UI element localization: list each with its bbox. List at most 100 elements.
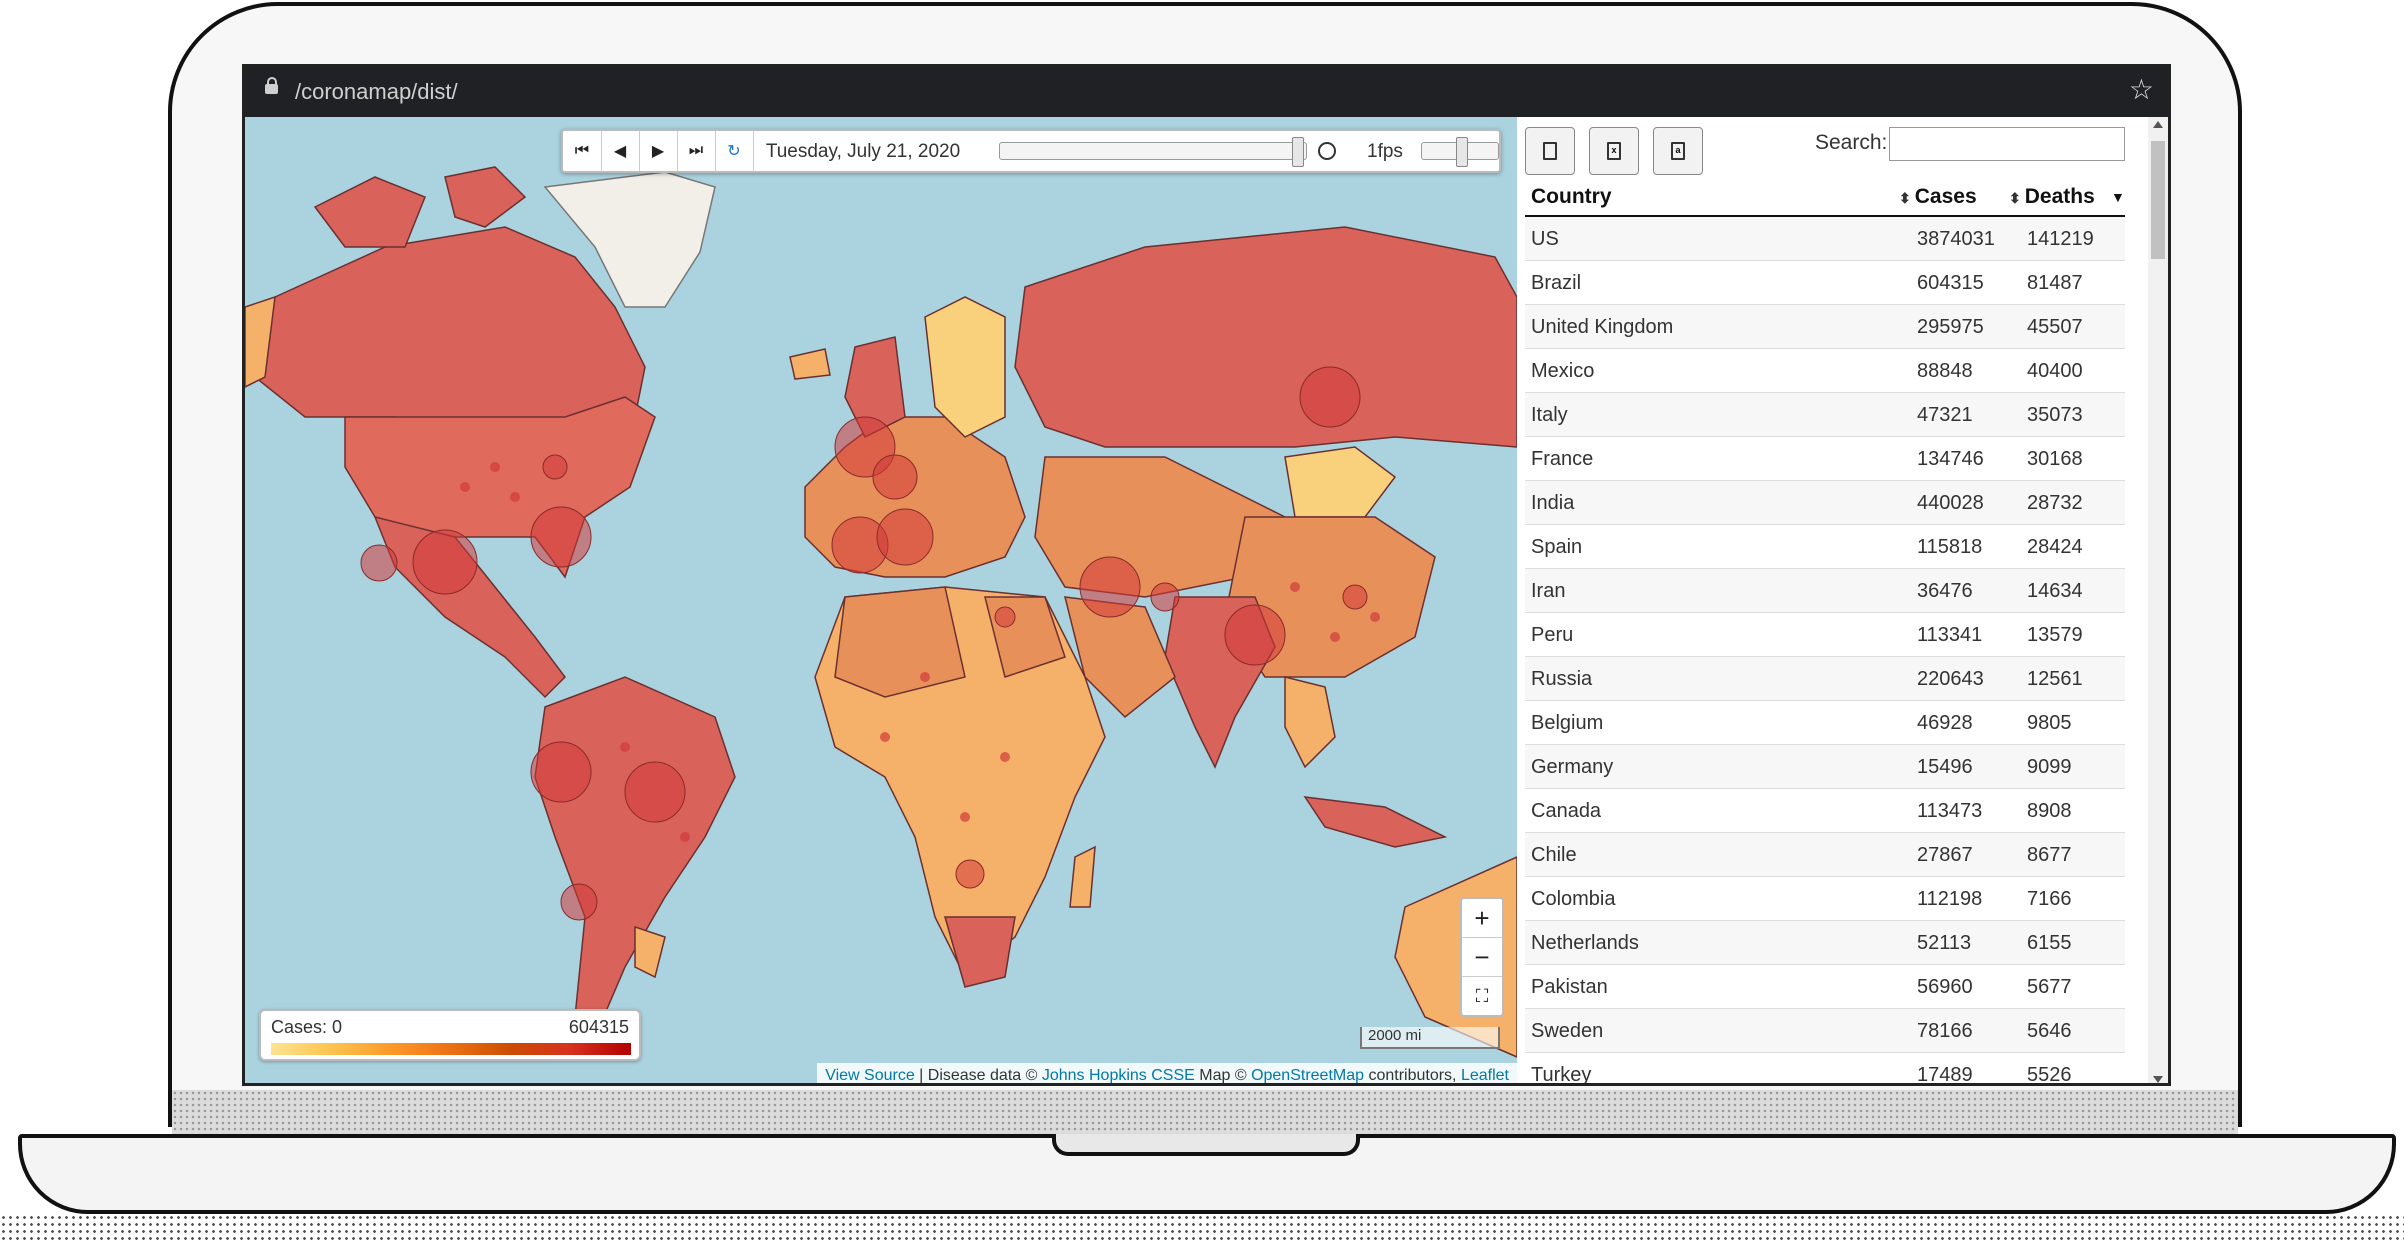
cell-country: Pakistan [1531,976,1608,998]
map-view[interactable]: ⏮ ◀ ▶ ⏭ ↻ Tuesday, July 21, 2020 1fps + … [245,117,1517,1086]
table-row[interactable]: Brazil 604315 81487 [1525,261,2125,305]
cell-country: Iran [1531,580,1566,602]
cell-country: Russia [1531,668,1593,690]
osm-link[interactable]: OpenStreetMap [1251,1067,1364,1083]
table-row[interactable]: Belgium 46928 9805 [1525,701,2125,745]
table-row[interactable]: Sweden 78166 5646 [1525,1009,2125,1053]
col-deaths-label: Deaths [2024,185,2095,208]
floor-shadow [0,1214,2404,1244]
jhu-link[interactable]: Johns Hopkins CSSE [1042,1067,1195,1083]
zoom-in-button[interactable]: + [1462,899,1502,938]
legend-max: 604315 [568,1017,629,1037]
speed-slider[interactable] [1421,137,1499,167]
cases-legend: Cases: 0 604315 [259,1009,641,1061]
export-excel-button[interactable]: x [1589,127,1639,175]
cell-cases: 78166 [1917,1020,1973,1042]
cell-deaths: 5646 [2027,1020,2072,1042]
cell-deaths: 12561 [2027,668,2083,690]
skip-forward-icon[interactable]: ⏭ [677,131,716,171]
attrib-text-2: Map © [1194,1067,1252,1084]
table-row[interactable]: Italy 47321 35073 [1525,393,2125,437]
skip-back-icon[interactable]: ⏮ [563,131,602,171]
view-source-link[interactable]: View Source [825,1067,915,1083]
table-header: Country ⬍ Cases ⬍ Deaths ▼ [1525,177,2125,217]
address-bar[interactable]: /coronamap/dist/ ☆ [245,67,2168,117]
cell-cases: 36476 [1917,580,1973,602]
cell-country: Netherlands [1531,932,1639,954]
lock-icon [265,77,278,94]
table-row[interactable]: Russia 220643 12561 [1525,657,2125,701]
legend-min: Cases: 0 [271,1017,343,1037]
col-cases[interactable]: ⬍ Cases [1899,185,1977,209]
cell-cases: 295975 [1917,316,1984,338]
cell-country: Canada [1531,800,1602,822]
scroll-down-icon[interactable] [2153,1076,2163,1083]
cell-cases: 47321 [1917,404,1973,426]
play-icon[interactable]: ▶ [639,131,678,171]
cell-deaths: 13579 [2027,624,2083,646]
table-row[interactable]: Peru 113341 13579 [1525,613,2125,657]
scrollbar-thumb[interactable] [2151,141,2165,259]
fullscreen-icon[interactable]: ⛶ [1462,977,1502,1015]
table-row[interactable]: Canada 113473 8908 [1525,789,2125,833]
table-row[interactable]: France 134746 30168 [1525,437,2125,481]
table-scrollbar[interactable] [2148,117,2168,1083]
excel-file-icon: x [1607,142,1621,160]
cell-deaths: 28424 [2027,536,2083,558]
cell-country: Sweden [1531,1020,1604,1042]
scroll-up-icon[interactable] [2153,121,2163,128]
col-country[interactable]: Country [1531,185,1612,209]
table-body: US 3874031 141219 Brazil 604315 81487 United K… [1525,217,2125,1086]
world-map[interactable] [245,117,1517,1086]
table-row[interactable]: Turkey 17489 5526 [1525,1053,2125,1086]
table-row[interactable]: Mexico 88848 40400 [1525,349,2125,393]
table-row[interactable]: Chile 27867 8677 [1525,833,2125,877]
step-back-icon[interactable]: ◀ [601,131,640,171]
cell-cases: 17489 [1917,1064,1973,1086]
cell-cases: 134746 [1917,448,1984,470]
time-dimension-control: ⏮ ◀ ▶ ⏭ ↻ Tuesday, July 21, 2020 1fps [561,129,1501,173]
url-text[interactable]: /coronamap/dist/ [295,79,458,105]
time-slider[interactable] [999,137,1307,167]
table-row[interactable]: Pakistan 56960 5677 [1525,965,2125,1009]
table-row[interactable]: India 440028 28732 [1525,481,2125,525]
cell-country: Peru [1531,624,1574,646]
cell-country: United Kingdom [1531,316,1674,338]
cell-cases: 52113 [1917,932,1972,954]
table-row[interactable]: United Kingdom 295975 45507 [1525,305,2125,349]
table-row[interactable]: Germany 15496 9099 [1525,745,2125,789]
export-pdf-button[interactable]: a [1653,127,1703,175]
legend-color-ramp [271,1043,631,1055]
loop-icon[interactable]: ↻ [715,131,754,171]
table-row[interactable]: Netherlands 52113 6155 [1525,921,2125,965]
fps-label: 1fps [1367,141,1403,162]
leaflet-link[interactable]: Leaflet [1461,1067,1509,1083]
cell-deaths: 14634 [2027,580,2083,602]
cell-deaths: 5526 [2027,1064,2072,1086]
cell-country: Belgium [1531,712,1604,734]
cell-deaths: 30168 [2027,448,2083,470]
table-row[interactable]: Spain 115818 28424 [1525,525,2125,569]
cell-deaths: 40400 [2027,360,2083,382]
table-row[interactable]: Colombia 112198 7166 [1525,877,2125,921]
cell-cases: 220643 [1917,668,1984,690]
speed-slider-thumb[interactable] [1456,137,1468,167]
sort-icon: ⬍ [2009,190,2021,206]
cell-cases: 46928 [1917,712,1973,734]
zoom-out-button[interactable]: − [1462,938,1502,977]
search-input[interactable] [1889,127,2125,161]
cell-deaths: 81487 [2027,272,2083,294]
export-csv-button[interactable] [1525,127,1575,175]
time-slider-thumb[interactable] [1292,137,1304,167]
cell-deaths: 7166 [2027,888,2072,910]
sort-icon: ⬍ [1899,190,1911,206]
table-row[interactable]: US 3874031 141219 [1525,217,2125,261]
bookmark-star-icon[interactable]: ☆ [2129,75,2154,105]
table-row[interactable]: Iran 36476 14634 [1525,569,2125,613]
cell-deaths: 9099 [2027,756,2072,778]
cell-deaths: 45507 [2027,316,2083,338]
cell-country: Germany [1531,756,1614,778]
cell-deaths: 9805 [2027,712,2072,734]
cell-deaths: 6155 [2027,932,2072,954]
col-deaths[interactable]: ⬍ Deaths [2009,185,2095,209]
